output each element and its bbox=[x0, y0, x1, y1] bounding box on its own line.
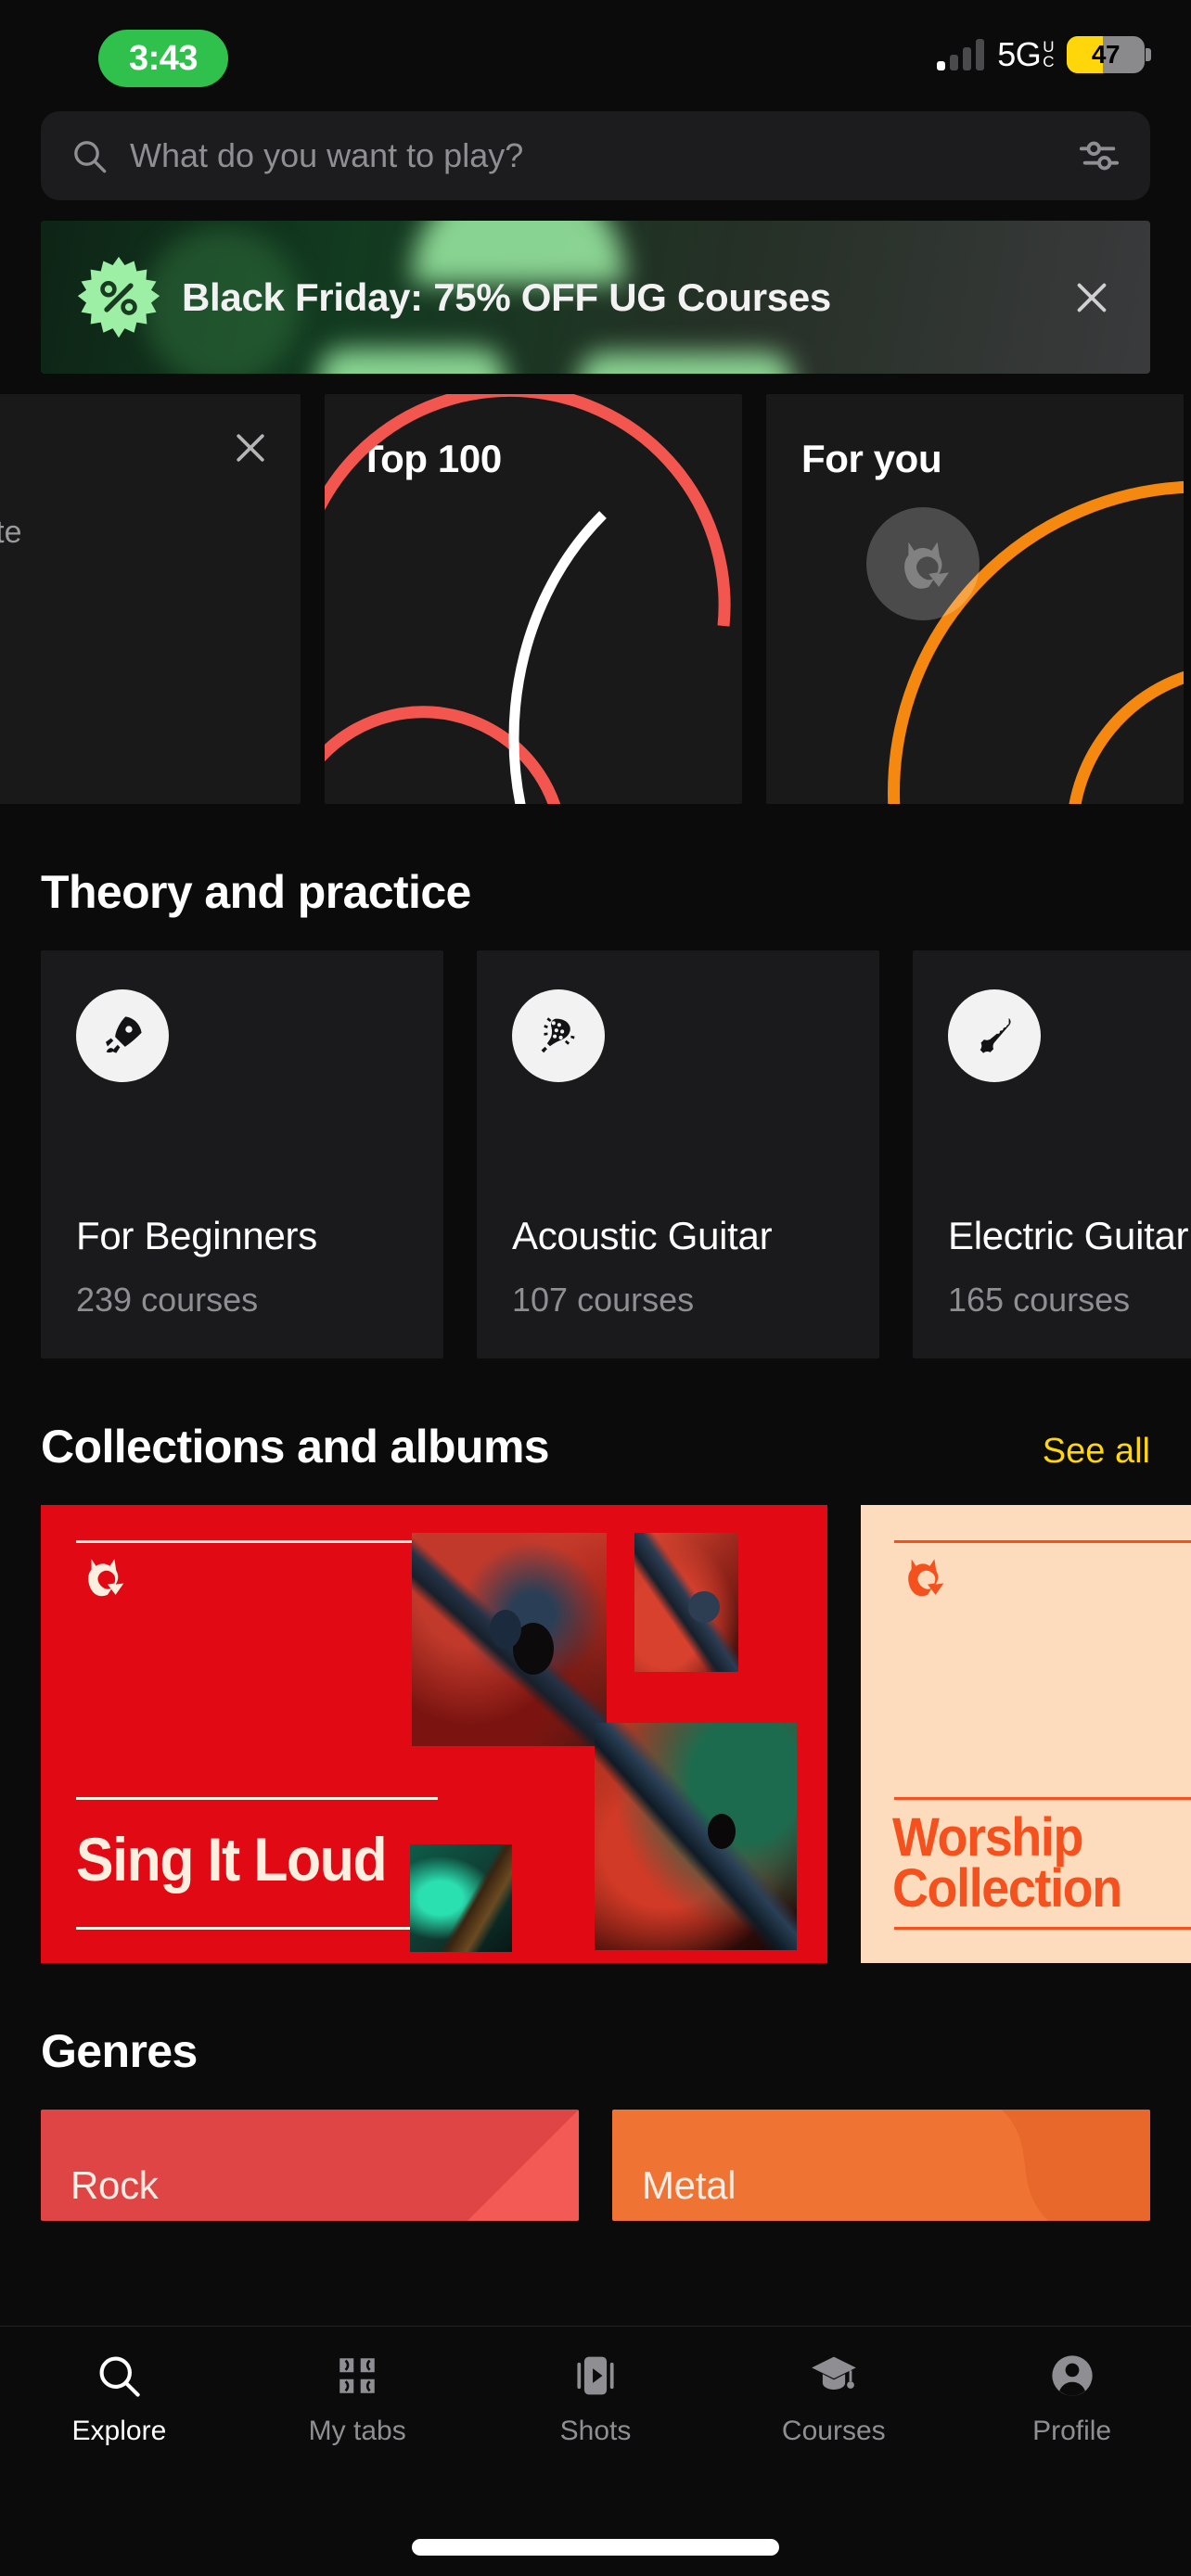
decorative-rule bbox=[76, 1540, 438, 1543]
status-bar: 3:43 5G U C 47 bbox=[0, 0, 1191, 104]
collage-photo-singer-main bbox=[412, 1533, 607, 1746]
collage-photo-guitar bbox=[410, 1844, 512, 1952]
tab-label: Profile bbox=[1032, 2416, 1112, 2446]
search-input[interactable]: What do you want to play? bbox=[130, 136, 1056, 175]
tab-label: My tabs bbox=[308, 2416, 406, 2446]
clock-time: 3:43 bbox=[128, 38, 198, 78]
close-icon[interactable] bbox=[1070, 276, 1113, 319]
search-icon bbox=[92, 2349, 146, 2403]
collection-card-sing-it-loud[interactable]: Sing It Loud bbox=[41, 1505, 827, 1963]
theory-card-electric-guitar[interactable]: Electric Guitar 165 courses bbox=[913, 950, 1191, 1358]
percent-starburst-icon bbox=[77, 256, 160, 338]
carousel-card-spotify[interactable]: tify favorite bbox=[0, 394, 301, 804]
carousel-art-arcs bbox=[888, 481, 1184, 804]
collection-card-title: Sing It Loud bbox=[76, 1825, 388, 1894]
theory-card-list[interactable]: For Beginners 239 courses Acoustic Guita… bbox=[0, 950, 1191, 1358]
tabs-grid-icon bbox=[330, 2349, 384, 2403]
section-title: Collections and albums bbox=[41, 1421, 550, 1473]
theory-card-for-beginners[interactable]: For Beginners 239 courses bbox=[41, 950, 443, 1358]
theory-card-count: 165 courses bbox=[948, 1281, 1131, 1319]
theory-card-name: For Beginners bbox=[76, 1214, 317, 1257]
genres-card-list[interactable]: Rock Metal bbox=[0, 2110, 1191, 2221]
genre-card-rock[interactable]: Rock bbox=[41, 2110, 579, 2221]
genre-decoration bbox=[467, 2110, 579, 2221]
section-header-theory: Theory and practice bbox=[0, 865, 1191, 919]
genre-decoration bbox=[1002, 2110, 1150, 2221]
person-circle-icon bbox=[1045, 2349, 1099, 2403]
search-icon bbox=[74, 141, 107, 173]
carousel-card-top-100[interactable]: Top 100 bbox=[325, 394, 742, 804]
theory-card-acoustic-guitar[interactable]: Acoustic Guitar 107 courses bbox=[477, 950, 879, 1358]
decorative-rule bbox=[76, 1797, 438, 1800]
tab-label: Shots bbox=[559, 2416, 632, 2446]
tune-sliders-icon[interactable] bbox=[1078, 134, 1121, 177]
bottom-tab-bar[interactable]: Explore My tabs Shots Courses Profile bbox=[0, 2326, 1191, 2576]
see-all-link[interactable]: See all bbox=[1043, 1432, 1150, 1472]
cellular-signal-icon bbox=[937, 39, 985, 70]
tab-explore[interactable]: Explore bbox=[0, 2349, 238, 2447]
acoustic-guitar-headstock-icon bbox=[512, 989, 605, 1082]
battery-level-label: 47 bbox=[1091, 40, 1121, 69]
status-indicators: 5G U C 47 bbox=[937, 35, 1151, 74]
theory-card-name: Acoustic Guitar bbox=[512, 1214, 773, 1257]
collection-card-worship[interactable]: Worship Collection bbox=[861, 1505, 1191, 1963]
search-bar[interactable]: What do you want to play? bbox=[41, 111, 1150, 200]
status-clock: 3:43 bbox=[98, 30, 228, 87]
decorative-rule bbox=[894, 1540, 1191, 1543]
section-title: Genres bbox=[41, 2025, 198, 2077]
promo-glow-block-left bbox=[319, 349, 505, 374]
tab-courses[interactable]: Courses bbox=[714, 2349, 953, 2447]
carousel-card-subtitle: favorite bbox=[0, 515, 22, 550]
network-type-text: 5G bbox=[997, 35, 1042, 73]
tab-my-tabs[interactable]: My tabs bbox=[238, 2349, 477, 2447]
collage-photo-mic bbox=[634, 1533, 738, 1672]
promo-banner-text: Black Friday: 75% OFF UG Courses bbox=[182, 274, 831, 319]
tab-label: Courses bbox=[781, 2416, 886, 2446]
network-type-label: 5G U C bbox=[997, 35, 1054, 74]
genre-label: Rock bbox=[70, 2163, 159, 2207]
theory-card-name: Electric Guitar bbox=[948, 1214, 1189, 1257]
ug-logo-icon bbox=[88, 1559, 124, 1597]
promo-banner[interactable]: Black Friday: 75% OFF UG Courses bbox=[41, 221, 1150, 374]
promo-glow-block-right bbox=[579, 352, 792, 374]
section-header-genres: Genres bbox=[0, 2024, 1191, 2078]
video-play-icon bbox=[569, 2349, 622, 2403]
home-indicator bbox=[412, 2539, 779, 2556]
collection-card-title: Worship Collection bbox=[892, 1806, 1122, 1919]
decorative-rule bbox=[894, 1927, 1191, 1930]
collections-card-list[interactable]: Sing It Loud Worship Collection bbox=[0, 1505, 1191, 1963]
section-header-collections: Collections and albums See all bbox=[0, 1420, 1191, 1473]
section-title: Theory and practice bbox=[41, 866, 471, 918]
tab-shots[interactable]: Shots bbox=[477, 2349, 715, 2447]
rocket-icon bbox=[76, 989, 169, 1082]
theory-card-count: 239 courses bbox=[76, 1281, 259, 1319]
genre-label: Metal bbox=[642, 2163, 736, 2207]
network-sub-bottom: C bbox=[1043, 53, 1054, 70]
ug-logo-icon bbox=[866, 507, 980, 620]
theory-card-count: 107 courses bbox=[512, 1281, 695, 1319]
electric-guitar-headstock-icon bbox=[948, 989, 1041, 1082]
carousel-card-for-you[interactable]: For you bbox=[766, 394, 1184, 804]
carousel-art-arcs bbox=[325, 394, 731, 804]
featured-carousel[interactable]: tify favorite Top 100 For you bbox=[0, 374, 1191, 804]
ug-logo-icon bbox=[908, 1559, 944, 1597]
tab-label: Explore bbox=[71, 2416, 167, 2446]
collection-card-title-line1: Worship bbox=[892, 1806, 1083, 1868]
decorative-rule bbox=[894, 1797, 1191, 1800]
decorative-rule bbox=[76, 1927, 438, 1930]
collection-card-title-line2: Collection bbox=[892, 1858, 1122, 1919]
battery-icon: 47 bbox=[1067, 36, 1151, 73]
graduation-cap-icon bbox=[807, 2349, 861, 2403]
tab-profile[interactable]: Profile bbox=[953, 2349, 1191, 2447]
close-icon[interactable] bbox=[230, 427, 271, 468]
genre-card-metal[interactable]: Metal bbox=[612, 2110, 1150, 2221]
collage-photo-singer-green bbox=[595, 1723, 797, 1950]
